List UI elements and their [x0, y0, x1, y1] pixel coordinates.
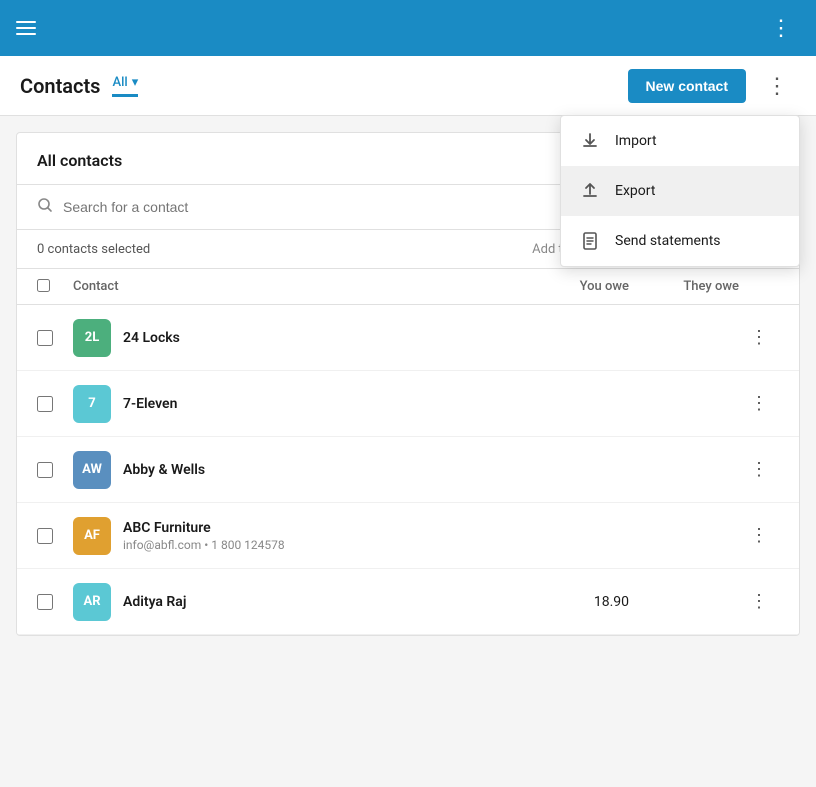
row-kebab-col: ⋮: [739, 587, 779, 616]
import-label: Import: [615, 133, 657, 149]
row-checkbox-wrap: [37, 330, 73, 346]
contact-details: ABC Furniture info@abfl.com • 1 800 1245…: [123, 520, 285, 552]
table-row: AW Abby & Wells ⋮: [17, 437, 799, 503]
send-statements-label: Send statements: [615, 233, 721, 249]
menu-item-send-statements[interactable]: Send statements: [561, 216, 799, 266]
row-kebab-button[interactable]: ⋮: [746, 389, 772, 418]
avatar: AR: [73, 583, 111, 621]
search-icon: [37, 197, 53, 217]
table-row: 2L 24 Locks ⋮: [17, 305, 799, 371]
contact-name: 24 Locks: [123, 330, 180, 346]
row-kebab-col: ⋮: [739, 323, 779, 352]
row-kebab-button[interactable]: ⋮: [746, 521, 772, 550]
contact-sub: info@abfl.com • 1 800 124578: [123, 538, 285, 552]
row-kebab-col: ⋮: [739, 389, 779, 418]
contact-details: 24 Locks: [123, 330, 180, 346]
menu-item-import[interactable]: Import: [561, 116, 799, 166]
selected-count: 0 contacts selected: [37, 242, 512, 257]
select-all-checkbox[interactable]: [37, 279, 50, 292]
contact-info: 2L 24 Locks: [73, 319, 529, 357]
contact-info: AR Aditya Raj: [73, 583, 529, 621]
section-title: All contacts: [37, 151, 122, 170]
row-kebab-button[interactable]: ⋮: [746, 323, 772, 352]
row-kebab-col: ⋮: [739, 521, 779, 550]
header-contact: Contact: [73, 279, 529, 294]
page-title: Contacts: [20, 74, 100, 98]
contact-name: ABC Furniture: [123, 520, 285, 536]
table-header: Contact You owe They owe: [17, 269, 799, 305]
contact-info: AW Abby & Wells: [73, 451, 529, 489]
table-row: 7 7-Eleven ⋮: [17, 371, 799, 437]
contact-name: 7-Eleven: [123, 396, 177, 412]
avatar: AW: [73, 451, 111, 489]
row-kebab-button[interactable]: ⋮: [746, 455, 772, 484]
contact-name: Aditya Raj: [123, 594, 186, 610]
menu-item-export[interactable]: Export: [561, 166, 799, 216]
header-checkbox-col: [37, 277, 73, 296]
row-checkbox[interactable]: [37, 594, 53, 610]
row-checkbox[interactable]: [37, 528, 53, 544]
avatar: 2L: [73, 319, 111, 357]
page-header: Contacts All ▾ New contact ⋮: [0, 56, 816, 116]
statements-icon: [579, 230, 601, 252]
export-label: Export: [615, 183, 655, 199]
new-contact-button[interactable]: New contact: [628, 69, 746, 103]
contact-info: AF ABC Furniture info@abfl.com • 1 800 1…: [73, 517, 529, 555]
contact-details: Abby & Wells: [123, 462, 205, 478]
contact-info: 7 7-Eleven: [73, 385, 529, 423]
header-they-owe: They owe: [629, 279, 739, 294]
tab-dropdown-arrow[interactable]: ▾: [132, 75, 139, 90]
row-checkbox[interactable]: [37, 462, 53, 478]
contacts-list: 2L 24 Locks ⋮ 7 7-Eleven ⋮: [17, 305, 799, 635]
row-kebab-col: ⋮: [739, 455, 779, 484]
dropdown-menu: Import Export Send statements: [560, 115, 800, 267]
table-row: AR Aditya Raj 18.90 ⋮: [17, 569, 799, 635]
row-checkbox[interactable]: [37, 396, 53, 412]
row-checkbox-wrap: [37, 396, 73, 412]
row-kebab-button[interactable]: ⋮: [746, 587, 772, 616]
import-icon: [579, 130, 601, 152]
hamburger-menu-icon[interactable]: [16, 21, 36, 35]
contact-details: Aditya Raj: [123, 594, 186, 610]
row-checkbox[interactable]: [37, 330, 53, 346]
row-checkbox-wrap: [37, 462, 73, 478]
header-you-owe: You owe: [529, 279, 629, 294]
table-row: AF ABC Furniture info@abfl.com • 1 800 1…: [17, 503, 799, 569]
contact-name: Abby & Wells: [123, 462, 205, 478]
row-checkbox-wrap: [37, 528, 73, 544]
export-icon: [579, 180, 601, 202]
top-navbar: ⋮: [0, 0, 816, 56]
you-owe-amount: 18.90: [529, 594, 629, 610]
tab-all-label: All: [112, 75, 127, 90]
avatar: 7: [73, 385, 111, 423]
header-kebab-button[interactable]: ⋮: [758, 69, 796, 103]
contact-details: 7-Eleven: [123, 396, 177, 412]
top-kebab-button[interactable]: ⋮: [762, 11, 800, 45]
row-checkbox-wrap: [37, 594, 73, 610]
avatar: AF: [73, 517, 111, 555]
tab-all[interactable]: All ▾: [112, 75, 138, 97]
